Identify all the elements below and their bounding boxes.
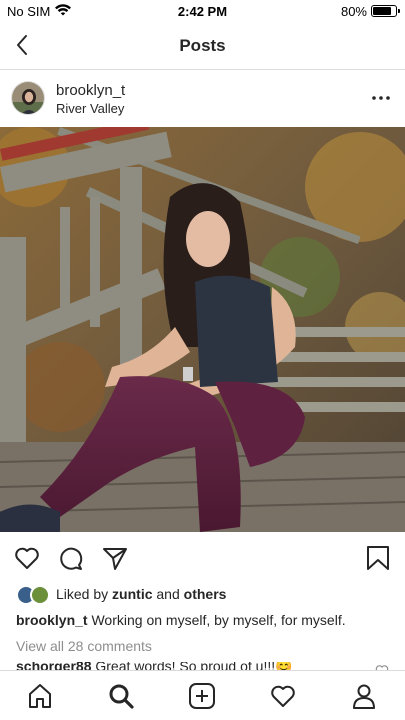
liked-by-prefix: Liked by: [56, 586, 113, 602]
post-photo[interactable]: [0, 127, 405, 532]
add-icon[interactable]: [188, 682, 216, 710]
liked-by-and: and: [152, 586, 184, 602]
bookmark-icon[interactable]: [364, 544, 392, 572]
view-all-comments-link[interactable]: View all 28 comments: [16, 638, 152, 654]
profile-icon[interactable]: [350, 682, 378, 710]
bottom-tab-bar: [0, 670, 405, 720]
comment-icon[interactable]: [57, 544, 85, 572]
liked-by-user[interactable]: zuntic: [112, 586, 152, 602]
chevron-left-icon[interactable]: [12, 32, 34, 58]
heart-icon[interactable]: [13, 544, 41, 572]
search-icon[interactable]: [107, 682, 135, 710]
post-actions: [0, 532, 405, 582]
activity-heart-icon[interactable]: [269, 682, 297, 710]
home-icon[interactable]: [26, 682, 54, 710]
navigation-header: Posts: [0, 22, 405, 70]
post-caption: brooklyn_t Working on myself, by myself,…: [16, 612, 396, 628]
liker-avatars: [16, 585, 52, 605]
caption-username[interactable]: brooklyn_t: [16, 612, 88, 628]
avatar[interactable]: [11, 81, 45, 115]
share-icon[interactable]: [101, 544, 129, 572]
page-title: Posts: [179, 36, 226, 55]
battery-percentage: 80%: [340, 4, 367, 19]
liked-by-others[interactable]: others: [184, 586, 227, 602]
caption-text: Working on myself, by myself, for myself…: [87, 612, 346, 628]
status-bar: No SIM 2:42 PM 80%: [0, 0, 405, 22]
post-username[interactable]: brooklyn_t: [56, 82, 125, 99]
post-location[interactable]: River Valley: [56, 101, 124, 116]
post-header: brooklyn_t River Valley: [0, 70, 405, 127]
battery-icon: [371, 5, 400, 17]
more-horizontal-icon[interactable]: [371, 90, 391, 106]
likes-text: Liked by zuntic and others: [56, 586, 226, 602]
